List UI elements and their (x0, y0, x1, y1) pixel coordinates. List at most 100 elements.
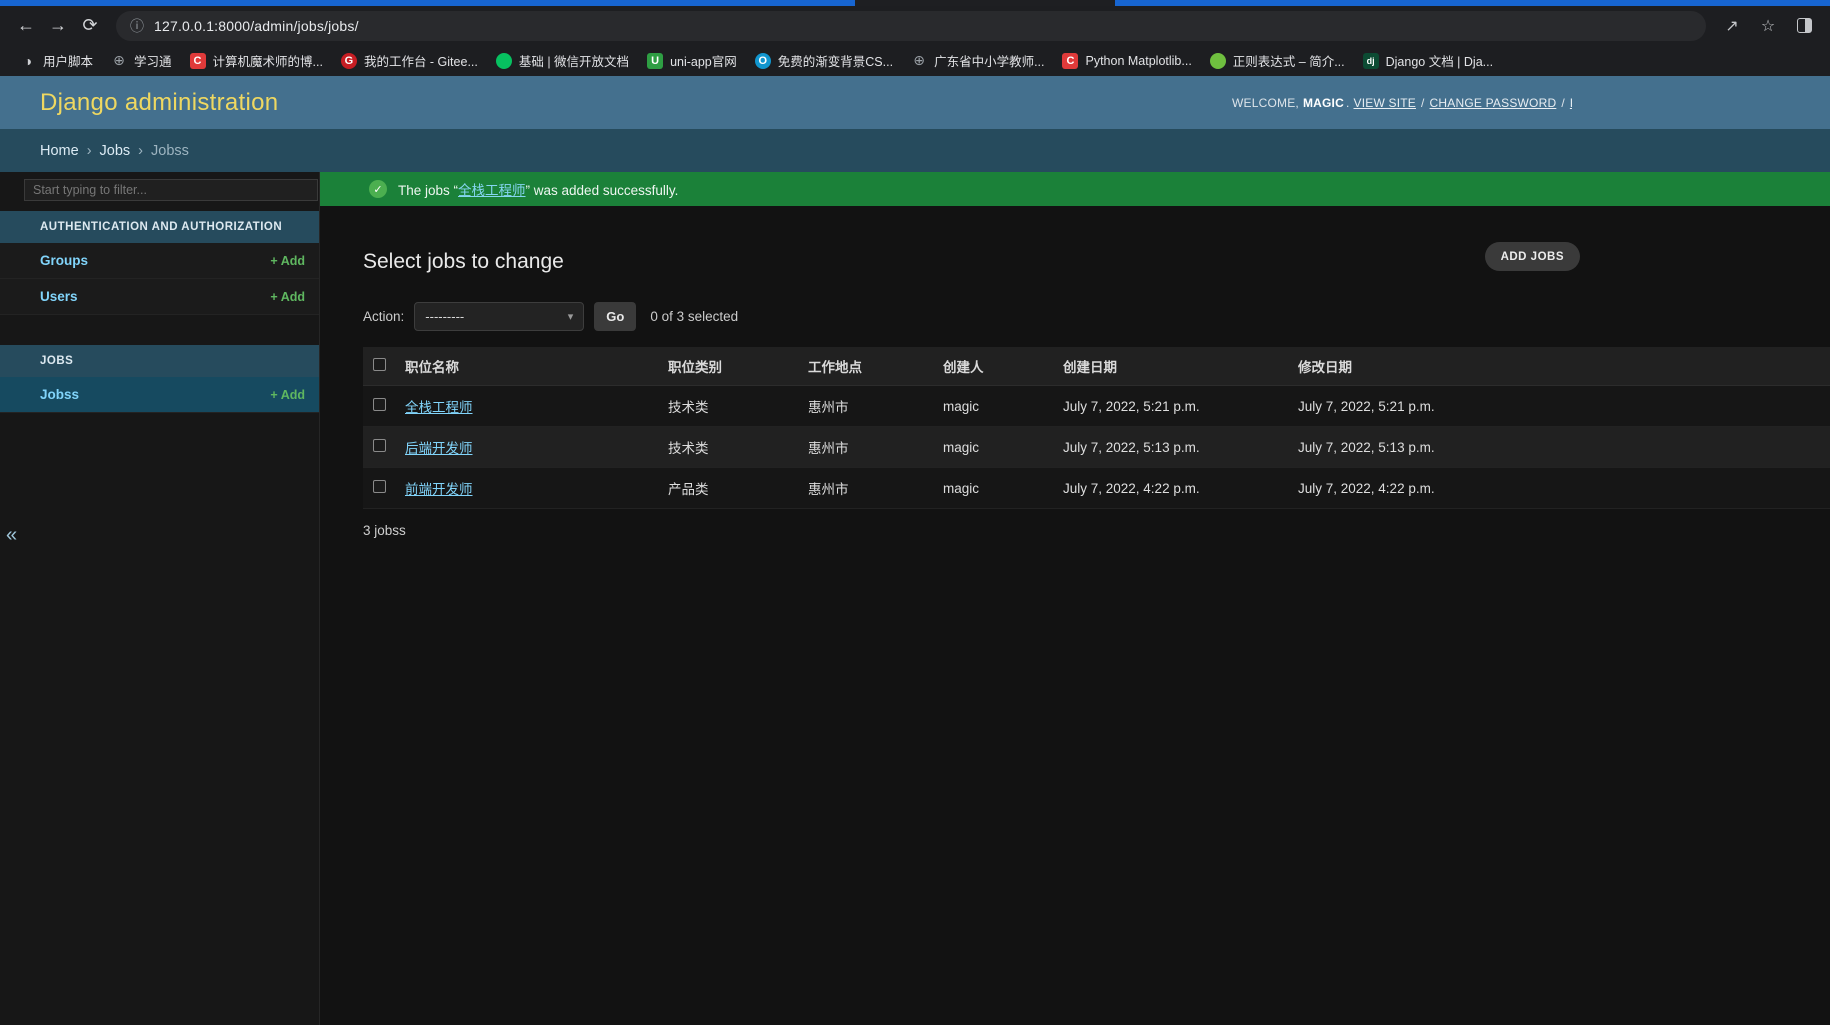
breadcrumb-jobs-link[interactable]: Jobs (100, 143, 131, 159)
change-password-link[interactable]: CHANGE PASSWORD (1430, 96, 1557, 110)
row-checkbox[interactable] (373, 480, 386, 493)
bookmark-item[interactable]: 基础 | 微信开放文档 (488, 48, 637, 73)
admin-header: Django administration WELCOME, MAGIC. VI… (0, 76, 1830, 129)
job-creator-cell: magic (933, 385, 1053, 427)
add-groups-link[interactable]: + Add (270, 254, 305, 268)
auth-module: AUTHENTICATION AND AUTHORIZATION Groups … (0, 211, 319, 315)
jobs-module: JOBS Jobss + Add (0, 345, 319, 413)
bookmark-label: 基础 | 微信开放文档 (518, 55, 630, 69)
bookmark-item[interactable]: ⊕ 广东省中小学教师... (903, 48, 1052, 73)
page-info-icon[interactable]: ⓘ (130, 16, 144, 36)
breadcrumb-separator: › (138, 142, 144, 159)
jobss-link[interactable]: Jobss (40, 387, 79, 402)
message-object-link[interactable]: 全栈工程师 (458, 183, 526, 198)
job-category-cell: 产品类 (658, 467, 798, 509)
table-row: 后端开发师 技术类 惠州市 magic July 7, 2022, 5:13 p… (363, 426, 1830, 468)
bookmark-item[interactable]: ⊕ 学习通 (103, 48, 180, 73)
sidebar-item-groups[interactable]: Groups + Add (0, 243, 319, 279)
sidebar-item-jobss[interactable]: Jobss + Add (0, 377, 319, 413)
bookmark-label: 计算机魔术师的博... (212, 55, 323, 69)
page-title: Select jobs to change (363, 250, 564, 273)
site-title-link[interactable]: Django administration (40, 89, 278, 117)
row-checkbox[interactable] (373, 439, 386, 452)
bookmark-item[interactable]: G 我的工作台 - Gitee... (333, 48, 486, 73)
job-created-cell: July 7, 2022, 5:21 p.m. (1053, 385, 1288, 427)
select-all-checkbox[interactable] (373, 358, 386, 371)
add-users-link[interactable]: + Add (270, 290, 305, 304)
sidebar-filter-input[interactable] (24, 179, 318, 201)
column-header-creator[interactable]: 创建人 (933, 347, 1053, 386)
job-category-cell: 技术类 (658, 385, 798, 427)
username: MAGIC (1302, 95, 1344, 110)
main-content: ✓ The jobs “全栈工程师” was added successfull… (320, 172, 1830, 1025)
bookmark-label: 用户脚本 (43, 55, 94, 69)
bookmark-item[interactable]: U uni-app官网 (639, 48, 745, 73)
go-button[interactable]: Go (594, 302, 637, 331)
job-name-link[interactable]: 全栈工程师 (405, 400, 473, 415)
bookmarks-bar: ◑ 用户脚本 ⊕ 学习通 C 计算机魔术师的博... G 我的工作台 - Git… (0, 45, 1830, 76)
job-location-cell: 惠州市 (798, 467, 933, 509)
bookmark-label: 学习通 (134, 55, 172, 69)
wechat-icon (495, 52, 512, 69)
action-select[interactable]: --------- ▾ (414, 302, 585, 331)
forward-icon[interactable]: → (42, 10, 74, 42)
column-header-created[interactable]: 创建日期 (1053, 347, 1288, 386)
breadcrumb-home-link[interactable]: Home (40, 143, 79, 159)
runoob-icon (1209, 52, 1226, 69)
screen: ← → ⟳ ⓘ 127.0.0.1:8000/admin/jobs/jobs/ … (0, 0, 1830, 1025)
bookmark-label: 免费的渐变背景CS... (777, 55, 894, 69)
column-header-category[interactable]: 职位类别 (658, 347, 798, 386)
bookmark-star-icon[interactable]: ☆ (1756, 14, 1780, 38)
bookmark-item[interactable]: C Python Matplotlib... (1054, 50, 1199, 72)
groups-link[interactable]: Groups (40, 253, 88, 268)
job-location-cell: 惠州市 (798, 426, 933, 468)
add-jobss-link[interactable]: + Add (270, 388, 305, 402)
job-modified-cell: July 7, 2022, 4:22 p.m. (1288, 467, 1830, 509)
user-tools-separator: / (1561, 95, 1565, 110)
table-row: 前端开发师 产品类 惠州市 magic July 7, 2022, 4:22 p… (363, 467, 1830, 509)
bookmark-item[interactable]: O 免费的渐变背景CS... (747, 48, 901, 73)
user-tools-separator: / (1420, 95, 1425, 110)
sidebar-collapse-toggle[interactable]: « (6, 524, 17, 547)
address-bar[interactable]: ⓘ 127.0.0.1:8000/admin/jobs/jobs/ (116, 10, 1706, 41)
bookmark-label: Django 文档 | Dja... (1385, 55, 1494, 69)
sidebar-item-users[interactable]: Users + Add (0, 279, 319, 315)
view-site-link[interactable]: VIEW SITE (1354, 96, 1416, 110)
logout-link[interactable]: LOG OUT (1570, 96, 1572, 110)
success-check-icon: ✓ (369, 180, 387, 198)
job-name-link[interactable]: 前端开发师 (405, 482, 473, 497)
welcome-period: . (1345, 95, 1350, 110)
reload-icon[interactable]: ⟳ (74, 10, 106, 42)
job-name-link[interactable]: 后端开发师 (405, 441, 473, 456)
welcome-text: WELCOME, (1232, 95, 1299, 110)
job-location-cell: 惠州市 (798, 385, 933, 427)
user-tools: WELCOME, MAGIC. VIEW SITE / CHANGE PASSW… (1232, 76, 1572, 129)
job-modified-cell: July 7, 2022, 5:13 p.m. (1288, 426, 1830, 468)
sidebar: AUTHENTICATION AND AUTHORIZATION Groups … (0, 172, 320, 1025)
userscript-icon: ◑ (23, 52, 33, 69)
csdn-icon: C (189, 52, 206, 69)
job-modified-cell: July 7, 2022, 5:21 p.m. (1288, 385, 1830, 427)
bookmark-label: 我的工作台 - Gitee... (363, 55, 478, 69)
column-header-name[interactable]: 职位名称 (395, 347, 658, 386)
column-header-location[interactable]: 工作地点 (798, 347, 933, 386)
back-icon[interactable]: ← (10, 10, 42, 42)
bookmark-item[interactable]: C 计算机魔术师的博... (182, 48, 331, 73)
browser-toolbar: ← → ⟳ ⓘ 127.0.0.1:8000/admin/jobs/jobs/ … (0, 6, 1830, 45)
row-checkbox[interactable] (373, 398, 386, 411)
breadcrumb: Home › Jobs › Jobss (0, 129, 1830, 172)
add-jobs-button[interactable]: ADD JOBS (1484, 242, 1580, 271)
bookmark-item[interactable]: dj Django 文档 | Dja... (1355, 48, 1501, 73)
column-header-modified[interactable]: 修改日期 (1288, 347, 1830, 386)
table-header-row: 职位名称 职位类别 工作地点 创建人 创建日期 修改日期 (363, 347, 1830, 386)
users-link[interactable]: Users (40, 289, 78, 304)
side-panel-icon[interactable] (1792, 14, 1816, 38)
tab-strip (0, 0, 1830, 6)
job-creator-cell: magic (933, 426, 1053, 468)
job-category-cell: 技术类 (658, 426, 798, 468)
bookmark-item[interactable]: 正则表达式 – 简介... (1202, 48, 1353, 73)
bookmark-item[interactable]: ◑ 用户脚本 (12, 48, 101, 73)
django-icon: dj (1362, 52, 1379, 69)
share-icon[interactable]: ↗ (1720, 14, 1744, 38)
job-creator-cell: magic (933, 467, 1053, 509)
